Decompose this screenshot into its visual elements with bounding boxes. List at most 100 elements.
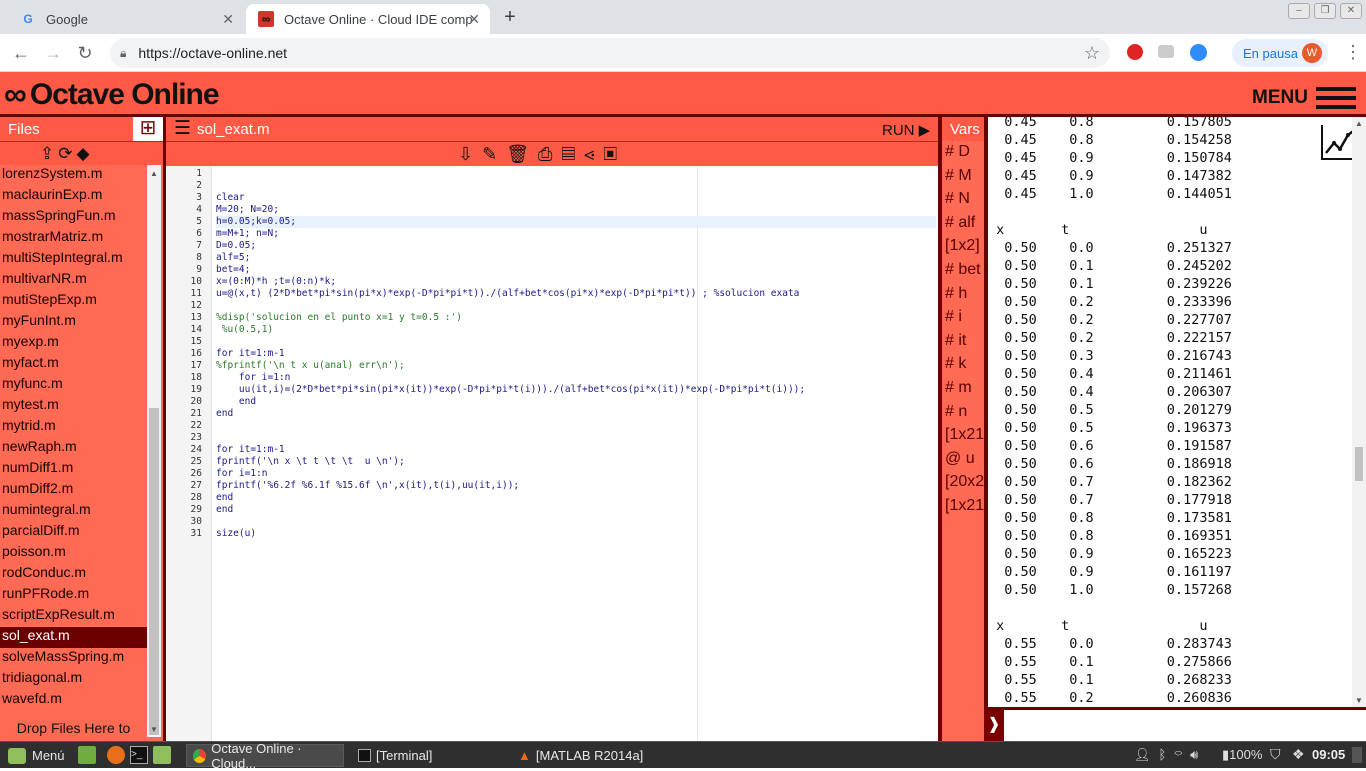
- profile-button[interactable]: En pausa W: [1232, 39, 1328, 67]
- code-line[interactable]: %fprintf('\n t x u(anal) err\n');: [216, 360, 936, 372]
- var-item[interactable]: # D: [945, 143, 970, 161]
- clock[interactable]: 09:05: [1312, 747, 1345, 762]
- file-item[interactable]: myexp.m: [0, 333, 147, 354]
- var-item[interactable]: # m: [945, 379, 972, 397]
- pencil-icon[interactable]: ✎: [482, 144, 506, 164]
- file-item[interactable]: mytrid.m: [0, 417, 147, 438]
- refresh-icon[interactable]: ⟳: [58, 144, 76, 163]
- code-line[interactable]: bet=4;: [216, 264, 936, 276]
- close-tab-icon[interactable]: ✕: [222, 11, 234, 28]
- code-line[interactable]: end: [216, 492, 936, 504]
- folder-icon[interactable]: [153, 746, 171, 764]
- tab-octave[interactable]: ∞ Octave Online · Cloud IDE comp ✕: [246, 4, 490, 34]
- code-line[interactable]: for i=1:n: [216, 468, 936, 480]
- var-item[interactable]: # M: [945, 167, 972, 185]
- code-line[interactable]: size(u): [216, 528, 936, 540]
- file-item[interactable]: poisson.m: [0, 543, 147, 564]
- code-line[interactable]: uu(it,i)=(2*D*bet*pi*sin(pi*x(it))*exp(-…: [216, 384, 936, 396]
- file-item[interactable]: myFunInt.m: [0, 312, 147, 333]
- code-line[interactable]: for it=1:m-1: [216, 348, 936, 360]
- file-item[interactable]: lorenzSystem.m: [0, 165, 147, 186]
- code-line[interactable]: [216, 420, 936, 432]
- file-item[interactable]: newRaph.m: [0, 438, 147, 459]
- file-item[interactable]: mytest.m: [0, 396, 147, 417]
- file-item[interactable]: tridiagonal.m: [0, 669, 147, 690]
- run-button[interactable]: RUN ▶: [882, 121, 930, 139]
- code-line[interactable]: m=M+1; n=N;: [216, 228, 936, 240]
- code-line[interactable]: for it=1:m-1: [216, 444, 936, 456]
- code-line[interactable]: [216, 516, 936, 528]
- dropbox-icon[interactable]: ❖: [1292, 746, 1305, 763]
- command-input[interactable]: [1008, 714, 1348, 736]
- download-icon[interactable]: ⇩: [458, 144, 482, 164]
- file-item[interactable]: numintegral.m: [0, 501, 147, 522]
- var-item[interactable]: # alf: [945, 214, 975, 232]
- file-item[interactable]: myfact.m: [0, 354, 147, 375]
- tab-google[interactable]: G Google ✕: [8, 4, 244, 34]
- bluetooth-icon[interactable]: ᛒ: [1159, 747, 1175, 762]
- file-item[interactable]: wavefd.m: [0, 690, 147, 711]
- code-line[interactable]: alf=5;: [216, 252, 936, 264]
- taskbar-window-matlab[interactable]: ▲ [MATLAB R2014a]: [512, 744, 670, 767]
- close-window-button[interactable]: ✕: [1340, 3, 1362, 19]
- print-icon[interactable]: ⎙: [538, 144, 561, 164]
- file-item[interactable]: sol_exat.m: [0, 627, 147, 648]
- file-item[interactable]: solveMassSpring.m: [0, 648, 147, 669]
- file-item[interactable]: mostrarMatriz.m: [0, 228, 147, 249]
- git-icon[interactable]: ◆: [77, 144, 94, 163]
- address-bar[interactable]: 🔒︎ https://octave-online.net ☆: [110, 38, 1110, 68]
- var-item[interactable]: # N: [945, 190, 970, 208]
- code-line[interactable]: D=0.05;: [216, 240, 936, 252]
- kebab-menu-icon[interactable]: ⋮: [1344, 42, 1362, 63]
- new-file-icon[interactable]: ⊞: [133, 117, 163, 141]
- show-desktop-icon[interactable]: [78, 746, 96, 764]
- code-line[interactable]: end: [216, 408, 936, 420]
- start-menu-button[interactable]: Menú: [2, 744, 70, 767]
- code-line[interactable]: h=0.05;k=0.05;: [216, 216, 936, 228]
- file-item[interactable]: numDiff1.m: [0, 459, 147, 480]
- file-item[interactable]: scriptExpResult.m: [0, 606, 147, 627]
- trash-icon[interactable]: 🗑︎: [506, 144, 538, 164]
- zoom-extension-icon[interactable]: [1190, 44, 1207, 61]
- var-item[interactable]: # n: [945, 403, 967, 421]
- file-item[interactable]: massSpringFun.m: [0, 207, 147, 228]
- taskbar-window-chrome[interactable]: Octave Online · Cloud...: [186, 741, 344, 771]
- code-line[interactable]: [216, 300, 936, 312]
- share-icon[interactable]: ⋖: [584, 144, 603, 164]
- files-scrollbar[interactable]: ▲ ▼: [147, 165, 161, 737]
- code-line[interactable]: M=20; N=20;: [216, 204, 936, 216]
- save-icon[interactable]: ▣: [603, 144, 626, 164]
- code-line[interactable]: [216, 336, 936, 348]
- var-item[interactable]: [1x21: [945, 426, 984, 444]
- publish-icon[interactable]: ▤: [561, 144, 584, 164]
- back-icon[interactable]: ←: [10, 42, 32, 64]
- maximize-button[interactable]: ❐: [1314, 3, 1336, 19]
- code-line[interactable]: %disp('solucion en el punto x=1 y t=0.5 …: [216, 312, 936, 324]
- var-item[interactable]: [1x2]: [945, 237, 980, 255]
- bookmark-star-icon[interactable]: ☆: [1084, 43, 1100, 64]
- var-item[interactable]: # i: [945, 308, 962, 326]
- file-item[interactable]: maclaurinExp.m: [0, 186, 147, 207]
- editor-menu-icon[interactable]: ☰: [174, 117, 191, 140]
- user-icon[interactable]: 👤︎: [1134, 747, 1159, 762]
- code-line[interactable]: u=@(x,t) (2*D*bet*pi*sin(pi*x)*exp(-D*pi…: [216, 288, 936, 300]
- new-tab-button[interactable]: +: [498, 6, 522, 30]
- minimize-button[interactable]: –: [1288, 3, 1310, 19]
- taskbar-window-terminal[interactable]: [Terminal]: [352, 744, 502, 767]
- var-item[interactable]: @ u: [945, 450, 975, 468]
- var-item[interactable]: # bet: [945, 261, 981, 279]
- close-tab-icon[interactable]: ✕: [468, 11, 480, 28]
- code-line[interactable]: [216, 180, 936, 192]
- var-item[interactable]: # it: [945, 332, 966, 350]
- upload-icon[interactable]: ⇪: [40, 144, 58, 163]
- code-line[interactable]: for i=1:n: [216, 372, 936, 384]
- forward-icon[interactable]: →: [42, 42, 64, 64]
- file-item[interactable]: mutiStepExp.m: [0, 291, 147, 312]
- file-item[interactable]: rodConduc.m: [0, 564, 147, 585]
- code-line[interactable]: end: [216, 396, 936, 408]
- file-item[interactable]: runPFRode.m: [0, 585, 147, 606]
- shield-icon[interactable]: ⛉: [1270, 746, 1281, 763]
- extension-icon[interactable]: [1127, 44, 1143, 60]
- var-item[interactable]: # k: [945, 355, 966, 373]
- firefox-icon[interactable]: [107, 746, 125, 764]
